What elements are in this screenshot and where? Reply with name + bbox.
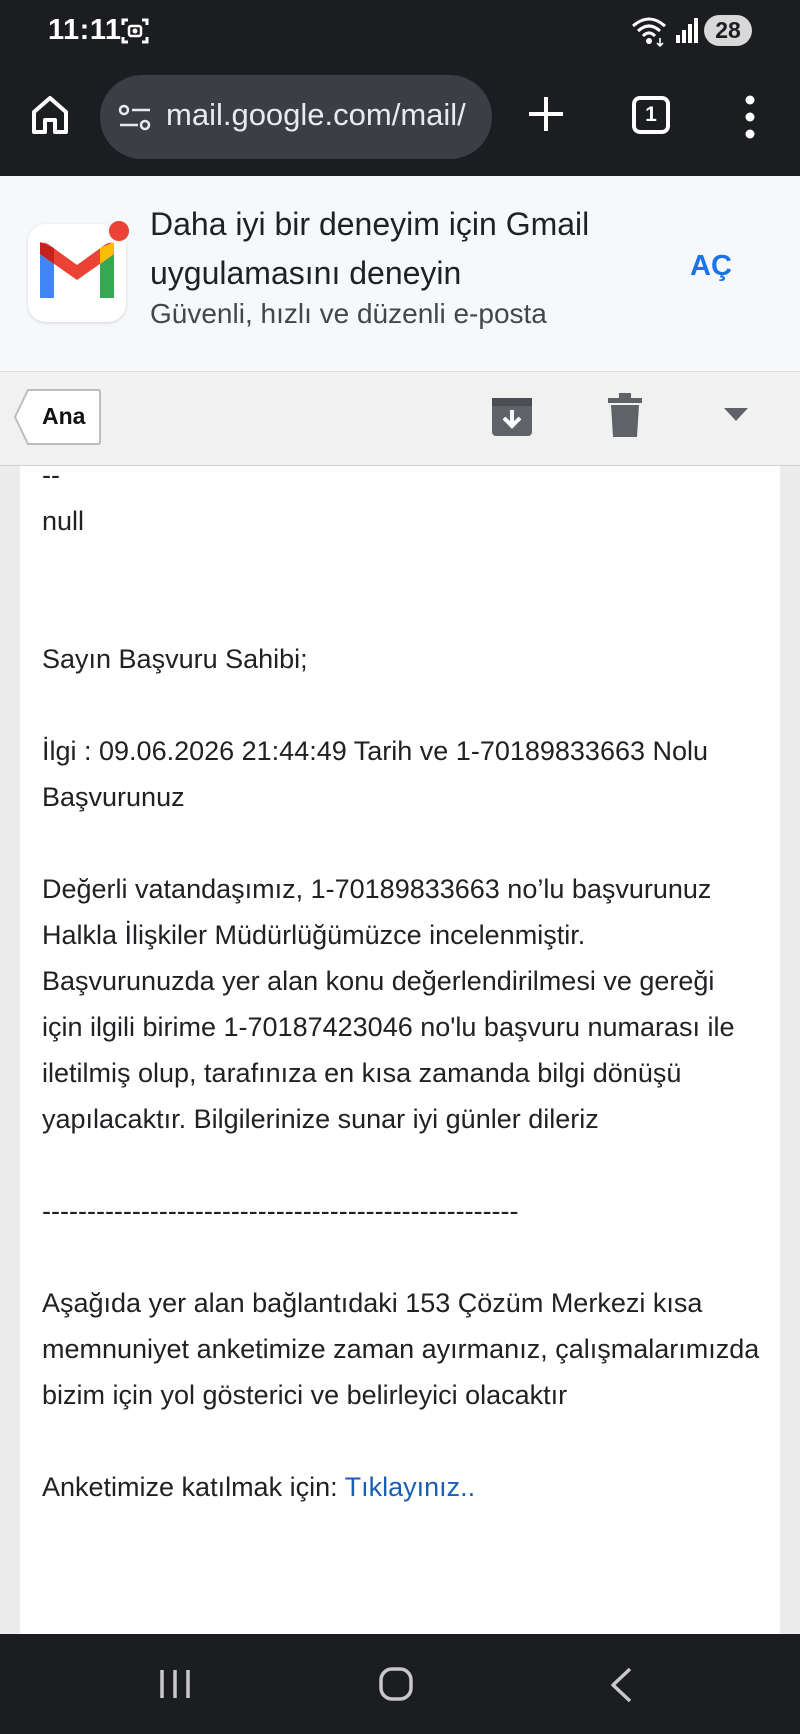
survey-prompt-label: Anketimize katılmak için: bbox=[42, 1472, 345, 1502]
email-action-bar: Ana bbox=[0, 372, 800, 466]
back-to-inbox-button[interactable]: Ana bbox=[14, 388, 102, 446]
wifi-icon bbox=[630, 14, 668, 48]
back-label: Ana bbox=[42, 403, 85, 430]
signature-separator: -- bbox=[42, 466, 762, 488]
open-app-button[interactable]: AÇ bbox=[690, 250, 732, 283]
greeting: Sayın Başvuru Sahibi; bbox=[42, 636, 762, 682]
notification-dot bbox=[106, 218, 132, 244]
nav-recents-icon[interactable] bbox=[158, 1668, 192, 1700]
null-text: null bbox=[42, 498, 762, 544]
divider-line: ----------------------------------------… bbox=[42, 1188, 762, 1234]
survey-link[interactable]: Tıklayınız.. bbox=[345, 1472, 476, 1502]
signal-icon bbox=[674, 16, 700, 44]
nav-home-icon[interactable] bbox=[378, 1666, 414, 1702]
new-tab-icon[interactable] bbox=[526, 94, 566, 134]
system-navigation-bar bbox=[0, 1634, 800, 1734]
gmail-app-promo-banner: Daha iyi bir deneyim için Gmail uygulama… bbox=[0, 176, 800, 372]
browser-toolbar: mail.google.com/mail/ 1 bbox=[0, 62, 800, 176]
more-dropdown-icon[interactable] bbox=[724, 408, 748, 422]
url-text[interactable]: mail.google.com/mail/ bbox=[166, 97, 484, 133]
battery-indicator: 28 bbox=[704, 15, 752, 46]
screen-record-icon bbox=[120, 16, 150, 46]
trash-icon[interactable] bbox=[606, 392, 644, 438]
home-icon[interactable] bbox=[30, 94, 70, 136]
address-bar[interactable]: mail.google.com/mail/ bbox=[100, 75, 492, 159]
email-body: -- null Sayın Başvuru Sahibi; İlgi : 09.… bbox=[20, 466, 780, 1634]
tab-switcher-button[interactable]: 1 bbox=[632, 96, 670, 134]
survey-prompt: Anketimize katılmak için: Tıklayınız.. bbox=[42, 1464, 762, 1510]
overflow-menu-icon[interactable] bbox=[740, 94, 760, 140]
promo-subtitle: Güvenli, hızlı ve düzenli e-posta bbox=[150, 298, 547, 330]
archive-icon[interactable] bbox=[490, 394, 534, 438]
survey-text: Aşağıda yer alan bağlantıdaki 153 Çözüm … bbox=[42, 1280, 762, 1418]
status-time: 11:11 bbox=[48, 14, 121, 47]
status-bar: 11:11 28 bbox=[0, 0, 800, 62]
nav-back-icon[interactable] bbox=[608, 1666, 634, 1704]
site-settings-icon[interactable] bbox=[118, 103, 152, 133]
reference-line: İlgi : 09.06.2026 21:44:49 Tarih ve 1-70… bbox=[42, 728, 762, 820]
promo-title: Daha iyi bir deneyim için Gmail uygulama… bbox=[150, 200, 630, 298]
message-body: Değerli vatandaşımız, 1-70189833663 no’l… bbox=[42, 866, 762, 1142]
